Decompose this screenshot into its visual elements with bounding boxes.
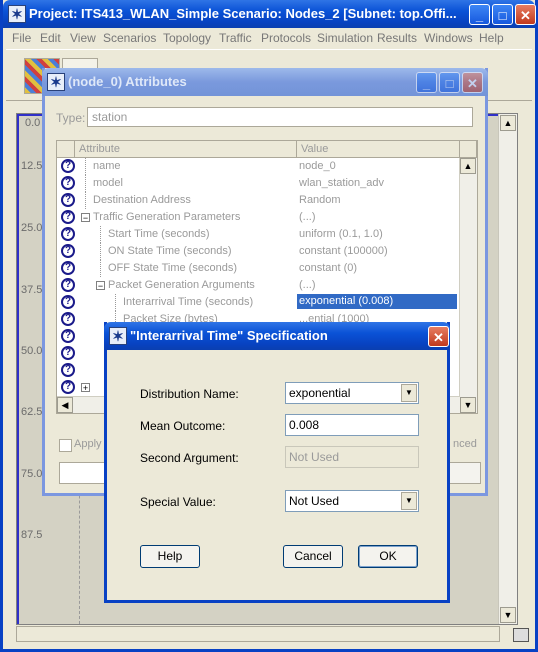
menu-windows[interactable]: Windows: [424, 31, 473, 45]
table-row[interactable]: ? Interarrival Time (seconds) exponentia…: [57, 294, 460, 311]
table-row[interactable]: ? ON State Time (seconds) constant (1000…: [57, 243, 460, 260]
y-tick: 75.0: [21, 468, 43, 480]
dialog-title: "Interarrival Time" Specification: [130, 328, 328, 343]
special-value-label: Special Value:: [140, 495, 216, 509]
close-icon[interactable]: ✕: [462, 72, 483, 93]
mean-label: Mean Outcome:: [140, 419, 226, 433]
apply-label: Apply t: [74, 438, 108, 450]
type-label: Type:: [56, 111, 86, 125]
y-tick: 12.5: [21, 160, 43, 172]
table-row[interactable]: ? − Traffic Generation Parameters (...): [57, 209, 460, 226]
collapse-icon[interactable]: −: [96, 281, 105, 291]
menu-topology[interactable]: Topology: [163, 31, 211, 45]
workspace-scrollbar[interactable]: ▲ ▼: [498, 114, 517, 624]
advanced-label: nced: [453, 438, 477, 450]
help-icon[interactable]: ?: [61, 227, 75, 241]
app-icon: ✶: [47, 73, 65, 91]
help-icon[interactable]: ?: [61, 295, 75, 309]
status-bar: [16, 626, 500, 642]
distribution-value: exponential: [289, 386, 351, 400]
help-icon[interactable]: ?: [61, 329, 75, 343]
special-value-dropdown[interactable]: Not Used ▼: [285, 490, 419, 512]
minimize-icon[interactable]: _: [469, 4, 490, 25]
mean-input[interactable]: 0.008: [285, 414, 419, 436]
grid-vscroll[interactable]: ▲ ▼: [459, 158, 477, 413]
scroll-down-icon[interactable]: ▼: [460, 397, 476, 413]
attributes-window-title: (node_0) Attributes: [68, 74, 187, 89]
table-row[interactable]: ? Destination Address Random: [57, 192, 460, 209]
menu-traffic[interactable]: Traffic: [219, 31, 252, 45]
second-argument-input: Not Used: [285, 446, 419, 468]
help-icon[interactable]: ?: [61, 159, 75, 173]
y-tick: 37.5: [21, 284, 43, 296]
close-icon[interactable]: ✕: [428, 326, 449, 347]
help-icon[interactable]: ?: [61, 210, 75, 224]
menu-simulation[interactable]: Simulation: [317, 31, 373, 45]
menu-bar: File Edit View Scenarios Topology Traffi…: [6, 28, 532, 48]
ok-button[interactable]: OK: [358, 545, 418, 568]
column-header-value[interactable]: Value: [297, 141, 460, 158]
second-argument-label: Second Argument:: [140, 451, 239, 465]
app-icon: ✶: [8, 5, 26, 23]
menu-protocols[interactable]: Protocols: [261, 31, 311, 45]
attributes-bottom-button[interactable]: [449, 462, 481, 484]
y-tick: 87.5: [21, 529, 43, 541]
attributes-title-bar[interactable]: ✶ (node_0) Attributes _ □ ✕: [42, 68, 488, 96]
menu-file[interactable]: File: [12, 31, 31, 45]
dialog-title-bar[interactable]: ✶ "Interarrival Time" Specification ✕: [104, 322, 450, 350]
maximize-icon[interactable]: □: [439, 72, 460, 93]
scroll-down-icon[interactable]: ▼: [500, 607, 516, 623]
minimize-icon[interactable]: _: [416, 72, 437, 93]
distribution-dropdown[interactable]: exponential ▼: [285, 382, 419, 404]
y-tick: 50.0: [21, 345, 43, 357]
help-icon[interactable]: ?: [61, 261, 75, 275]
table-row[interactable]: ? Start Time (seconds) uniform (0.1, 1.0…: [57, 226, 460, 243]
special-value: Not Used: [289, 494, 340, 508]
expand-icon[interactable]: +: [81, 383, 90, 393]
table-row[interactable]: ? OFF State Time (seconds) constant (0): [57, 260, 460, 277]
chevron-down-icon[interactable]: ▼: [401, 492, 417, 510]
app-icon: ✶: [109, 327, 127, 345]
main-window-title: Project: ITS413_WLAN_Simple Scenario: No…: [29, 6, 457, 21]
main-title-bar[interactable]: ✶ Project: ITS413_WLAN_Simple Scenario: …: [3, 0, 536, 28]
help-icon[interactable]: ?: [61, 193, 75, 207]
status-icon[interactable]: [513, 628, 529, 642]
column-header-attribute[interactable]: Attribute: [75, 141, 297, 158]
scroll-left-icon[interactable]: ◀: [57, 397, 73, 413]
close-icon[interactable]: ✕: [515, 4, 536, 25]
y-tick: 62.5: [21, 406, 43, 418]
maximize-icon[interactable]: □: [492, 4, 513, 25]
cancel-button[interactable]: Cancel: [283, 545, 343, 568]
scroll-up-icon[interactable]: ▲: [500, 115, 516, 131]
menu-view[interactable]: View: [70, 31, 96, 45]
interarrival-dialog: ✶ "Interarrival Time" Specification ✕ Di…: [104, 322, 450, 603]
y-tick: 0.0: [25, 117, 41, 129]
menu-scenarios[interactable]: Scenarios: [103, 31, 156, 45]
help-icon[interactable]: ?: [61, 312, 75, 326]
type-field[interactable]: station: [87, 107, 473, 127]
apply-checkbox[interactable]: [59, 439, 72, 452]
collapse-icon[interactable]: −: [81, 213, 90, 223]
distribution-label: Distribution Name:: [140, 387, 239, 401]
menu-results[interactable]: Results: [377, 31, 417, 45]
table-row[interactable]: ? − Packet Generation Arguments (...): [57, 277, 460, 294]
menu-help[interactable]: Help: [479, 31, 504, 45]
help-icon[interactable]: ?: [61, 363, 75, 377]
help-icon[interactable]: ?: [61, 346, 75, 360]
help-icon[interactable]: ?: [61, 244, 75, 258]
table-row[interactable]: ? name node_0: [57, 158, 460, 175]
chevron-down-icon[interactable]: ▼: [401, 384, 417, 402]
scroll-up-icon[interactable]: ▲: [460, 158, 476, 174]
help-button[interactable]: Help: [140, 545, 200, 568]
y-tick: 25.0: [21, 222, 43, 234]
help-icon[interactable]: ?: [61, 176, 75, 190]
help-icon[interactable]: ?: [61, 278, 75, 292]
table-row[interactable]: ? model wlan_station_adv: [57, 175, 460, 192]
help-icon[interactable]: ?: [61, 380, 75, 394]
menu-edit[interactable]: Edit: [40, 31, 61, 45]
